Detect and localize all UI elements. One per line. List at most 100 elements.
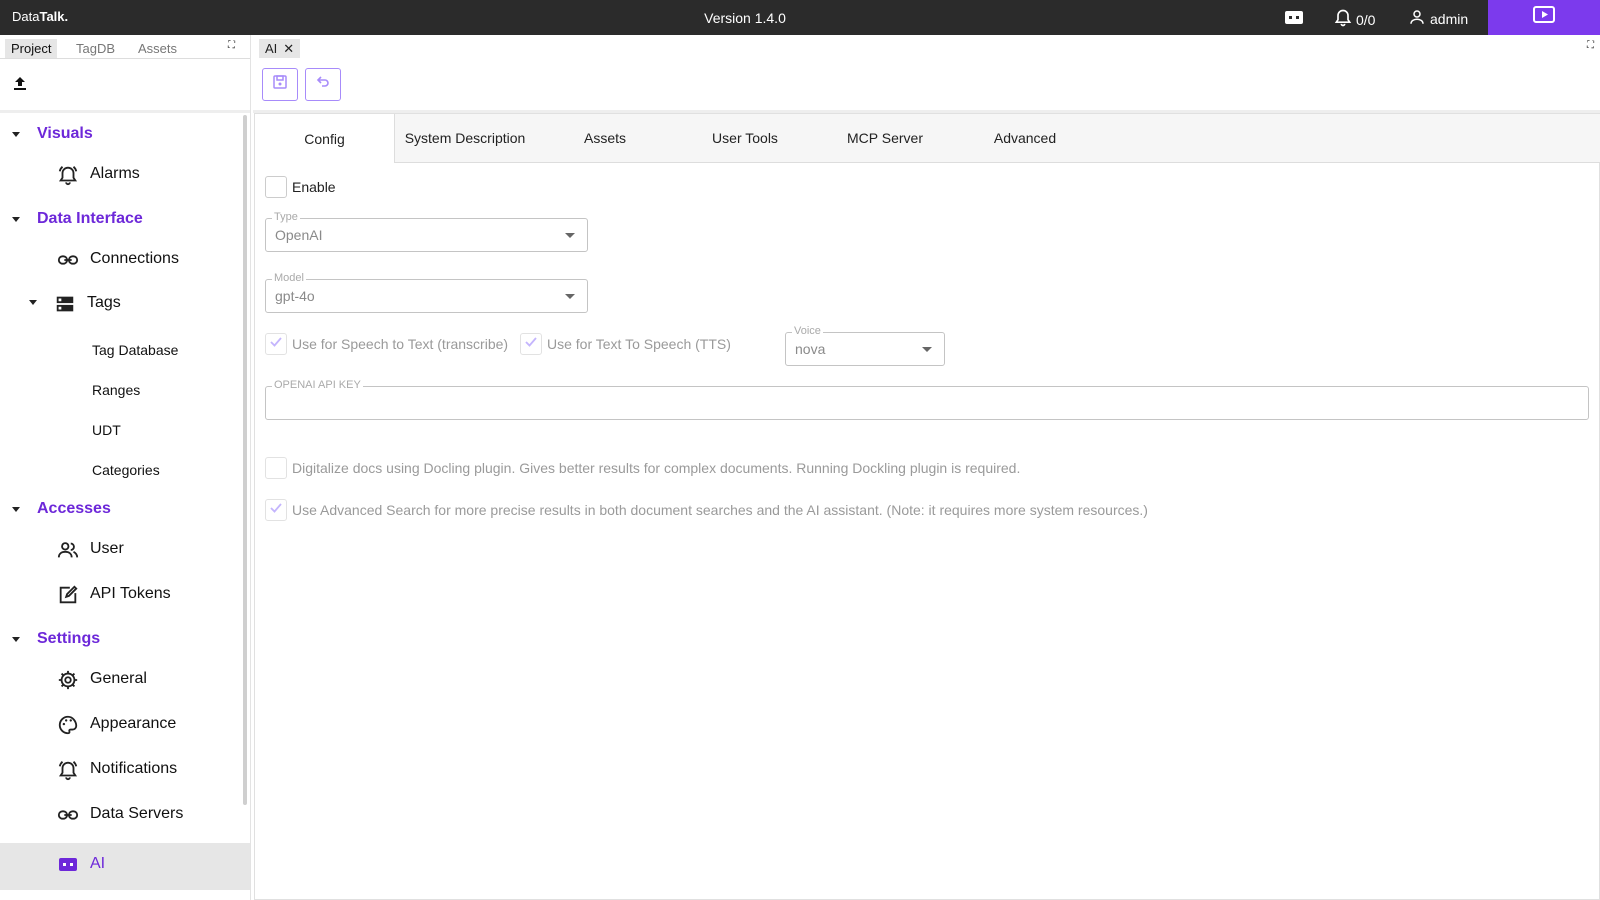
tree-item-udt[interactable]: UDT — [92, 422, 121, 438]
item-label: User — [90, 540, 124, 557]
alarm-indicator[interactable]: 0/0 — [1333, 8, 1375, 31]
storage-icon — [53, 292, 77, 316]
ai-settings-panel: Config System Description Assets User To… — [254, 113, 1600, 900]
editor-tab-label: AI — [265, 41, 278, 56]
tab-assets[interactable]: Assets — [535, 114, 675, 162]
item-label: Tags — [87, 294, 121, 311]
item-label: Data Servers — [90, 805, 184, 822]
section-label: Settings — [37, 630, 101, 647]
caret-down-icon[interactable] — [12, 637, 20, 642]
type-field-label: Type — [272, 211, 300, 223]
tree-section-visuals[interactable]: Visuals — [12, 125, 93, 143]
edit-note-icon — [56, 583, 80, 607]
api-key-field-label: OPENAI API KEY — [272, 379, 363, 391]
bell-icon — [56, 758, 80, 782]
text-to-speech-checkbox[interactable] — [520, 333, 542, 355]
bell-icon — [56, 163, 80, 187]
user-icon — [1408, 8, 1426, 29]
speech-to-text-checkbox[interactable] — [265, 333, 287, 355]
palette-icon — [56, 713, 80, 737]
tab-tagdb[interactable]: TagDB — [70, 39, 121, 58]
panel-divider — [250, 35, 251, 900]
undo-icon — [315, 74, 331, 95]
tab-project[interactable]: Project — [5, 39, 58, 58]
tree-item-general[interactable]: General — [58, 670, 147, 690]
left-panel-tabs: Project TagDB Assets ⛶ — [0, 37, 250, 59]
tree-item-api-tokens[interactable]: API Tokens — [59, 585, 171, 604]
people-icon — [56, 538, 80, 562]
tree-item-tag-database[interactable]: Tag Database — [92, 342, 178, 358]
tree-item-data-servers[interactable]: Data Servers — [57, 805, 184, 823]
upload-icon[interactable] — [12, 75, 28, 96]
settings-tabs: Config System Description Assets User To… — [255, 114, 1600, 163]
check-icon — [269, 501, 283, 520]
tree-item-notifications[interactable]: Notifications — [58, 760, 177, 781]
type-select[interactable]: Type OpenAI — [265, 211, 588, 252]
item-label: Alarms — [90, 165, 140, 182]
dropdown-arrow-icon — [922, 347, 932, 352]
caret-down-icon[interactable] — [29, 300, 37, 305]
save-button[interactable] — [262, 68, 298, 101]
tree-item-ranges[interactable]: Ranges — [92, 382, 140, 398]
tab-advanced[interactable]: Advanced — [955, 114, 1095, 162]
enable-checkbox[interactable] — [265, 176, 287, 198]
link-icon — [56, 248, 80, 272]
toolbar — [253, 59, 1600, 110]
tree-item-appearance[interactable]: Appearance — [58, 715, 177, 735]
selected-row-highlight — [0, 843, 250, 890]
top-bar: DataTalk. Version 1.4.0 0/0 admin — [0, 0, 1600, 35]
docling-label: Digitalize docs using Docling plugin. Gi… — [292, 460, 1021, 476]
user-menu[interactable]: admin — [1408, 8, 1468, 29]
advanced-search-label: Use Advanced Search for more precise res… — [292, 502, 1148, 518]
advanced-search-checkbox[interactable] — [265, 499, 287, 521]
item-label: API Tokens — [90, 585, 171, 602]
type-value: OpenAI — [275, 227, 323, 243]
enable-label: Enable — [292, 179, 336, 195]
play-icon — [1532, 5, 1556, 30]
expand-icon[interactable]: ⛶ — [1587, 40, 1594, 51]
divider — [0, 110, 250, 113]
tab-config[interactable]: Config — [255, 114, 395, 163]
section-label: Accesses — [37, 500, 111, 517]
caret-down-icon[interactable] — [12, 507, 20, 512]
item-label: Connections — [90, 250, 179, 267]
api-key-input[interactable]: OPENAI API KEY — [265, 379, 1589, 420]
tree-section-settings[interactable]: Settings — [12, 630, 101, 648]
expand-icon[interactable]: ⛶ — [228, 40, 235, 51]
item-label: AI — [90, 855, 106, 872]
item-label: Appearance — [90, 715, 177, 732]
tab-mcp-server[interactable]: MCP Server — [815, 114, 955, 162]
tree-item-categories[interactable]: Categories — [92, 462, 160, 478]
alarm-count: 0/0 — [1356, 11, 1376, 28]
tree-section-accesses[interactable]: Accesses — [12, 500, 111, 518]
model-select[interactable]: Model gpt-4o — [265, 272, 588, 313]
tab-system-description[interactable]: System Description — [395, 114, 535, 162]
section-label: Data Interface — [37, 210, 143, 227]
tree-item-alarms[interactable]: Alarms — [58, 165, 140, 186]
save-icon — [272, 74, 288, 95]
ai-chat-icon[interactable] — [1284, 10, 1304, 31]
caret-down-icon[interactable] — [12, 132, 20, 137]
voice-select[interactable]: Voice nova — [785, 325, 945, 366]
tree-item-ai[interactable]: AI — [59, 855, 106, 873]
tree-item-connections[interactable]: Connections — [57, 250, 179, 268]
link-icon — [56, 803, 80, 827]
item-label: General — [90, 670, 147, 687]
docling-checkbox[interactable] — [265, 457, 287, 479]
tree-item-user[interactable]: User — [57, 540, 124, 558]
check-icon — [524, 335, 538, 354]
close-icon[interactable]: ✕ — [283, 41, 294, 57]
dropdown-arrow-icon — [565, 294, 575, 299]
editor-tab-ai[interactable]: AI ✕ — [259, 39, 301, 58]
caret-down-icon[interactable] — [12, 217, 20, 222]
voice-field-label: Voice — [792, 325, 823, 337]
tab-user-tools[interactable]: User Tools — [675, 114, 815, 162]
undo-button[interactable] — [305, 68, 341, 101]
user-name: admin — [1430, 10, 1469, 27]
run-view-button[interactable] — [1488, 0, 1600, 35]
tree-section-data-interface[interactable]: Data Interface — [12, 210, 143, 228]
text-to-speech-label: Use for Text To Speech (TTS) — [547, 336, 731, 352]
left-scrollbar[interactable] — [243, 115, 247, 805]
tab-assets-left[interactable]: Assets — [132, 39, 183, 58]
tree-item-tags[interactable]: Tags — [29, 294, 121, 312]
